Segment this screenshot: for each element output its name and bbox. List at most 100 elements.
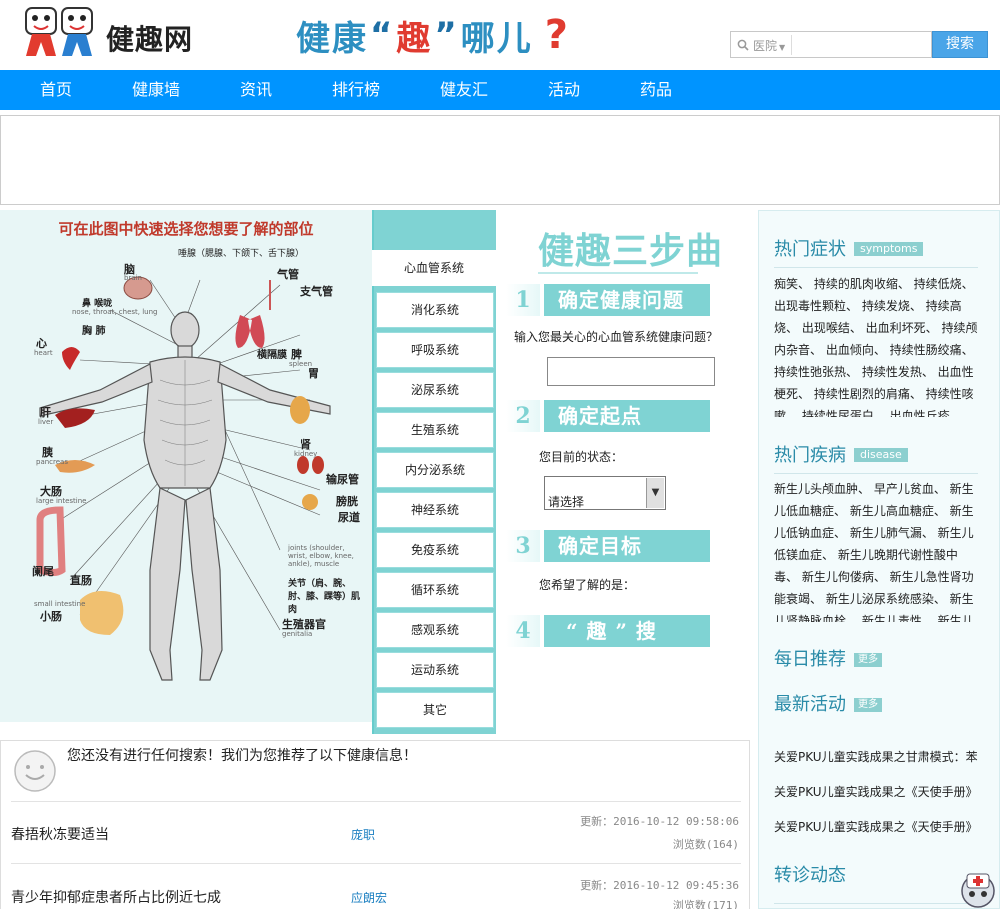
symptom-link[interactable]: 出现毒性颗粒、: [774, 299, 862, 313]
label-urethra[interactable]: 尿道: [338, 509, 360, 525]
symptom-link[interactable]: 出现喉结、: [802, 321, 866, 335]
symptom-link[interactable]: 持续的肌肉收缩、: [814, 277, 914, 291]
step-4[interactable]: 4 “ 趣 ” 搜: [496, 615, 710, 647]
divider: [774, 903, 978, 904]
step-1-label: 确定健康问题: [544, 284, 710, 316]
label-genitals-en: genitalia: [282, 630, 313, 638]
divider: [774, 267, 978, 268]
chevron-down-icon: ▼: [646, 478, 664, 508]
human-body-illustration[interactable]: [0, 240, 372, 722]
disease-link[interactable]: 新生儿泌尿系统感染、: [826, 592, 950, 606]
symptom-link[interactable]: 出血性丘疹: [890, 409, 950, 417]
nav-home[interactable]: 首页: [40, 70, 72, 110]
symptom-link[interactable]: 持续性剧烈的肩痛、: [814, 387, 926, 401]
step-3-label: 确定目标: [544, 530, 710, 562]
article-author[interactable]: 应朗宏: [351, 889, 387, 906]
symptom-link[interactable]: 持续发烧、: [862, 299, 926, 313]
article-updated: 更新：2016-10-12 09:45:36: [580, 879, 739, 892]
nav-medicines[interactable]: 药品: [640, 70, 672, 110]
disease-link[interactable]: 新生儿头颅血肿、: [774, 482, 874, 496]
steps-title-underline: [538, 272, 698, 274]
tab-sensory[interactable]: 感观系统: [376, 612, 494, 648]
disease-link[interactable]: 新生儿肺气漏、: [850, 526, 938, 540]
label-rectum[interactable]: 直肠: [70, 572, 92, 588]
nav-rankings[interactable]: 排行榜: [332, 70, 380, 110]
symptom-link[interactable]: 痴笑、: [774, 277, 814, 291]
tab-other[interactable]: 其它: [376, 692, 494, 728]
latest-activities-heading[interactable]: 最新活动 更多: [774, 690, 882, 716]
tab-immune[interactable]: 免疫系统: [376, 532, 494, 568]
activity-item[interactable]: 关爱PKU儿童实践成果之《天使手册》: [774, 783, 979, 800]
main-nav: 首页 健康墙 资讯 排行榜 健友汇 活动 药品: [0, 70, 1000, 110]
nav-activities[interactable]: 活动: [548, 70, 580, 110]
nav-community[interactable]: 健友汇: [440, 70, 488, 110]
symptom-link[interactable]: 出血倾向、: [826, 343, 890, 357]
tab-reproductive[interactable]: 生殖系统: [376, 412, 494, 448]
search-type-dropdown[interactable]: 医院 ▼: [753, 37, 785, 54]
tab-circulatory[interactable]: 循环系统: [376, 572, 494, 608]
transfer-updates-heading[interactable]: 转诊动态: [774, 861, 846, 887]
nav-news[interactable]: 资讯: [240, 70, 272, 110]
tab-cardiovascular[interactable]: 心血管系统: [372, 250, 496, 286]
label-diaphragm[interactable]: 横隔膜: [257, 346, 287, 361]
daily-recommend-heading[interactable]: 每日推荐 更多: [774, 645, 882, 671]
slogan: 健康 “ 趣 ” 哪儿 ?: [296, 10, 570, 60]
disease-link[interactable]: 早产儿贫血、: [874, 482, 950, 496]
tab-endocrine[interactable]: 内分泌系统: [376, 452, 494, 488]
nav-health-wall[interactable]: 健康墙: [132, 70, 180, 110]
symptoms-tag: symptoms: [854, 242, 924, 256]
symptom-link[interactable]: 持续性发热、: [862, 365, 938, 379]
daily-more-link[interactable]: 更多: [854, 653, 882, 667]
step-2-label: 确定起点: [544, 400, 710, 432]
label-joints-en: joints (shoulder, wrist, elbow, knee, an…: [288, 544, 354, 568]
hot-symptoms-list: 痴笑、 持续的肌肉收缩、 持续低烧、 出现毒性颗粒、 持续发烧、 持续高烧、 出…: [774, 273, 979, 417]
label-trachea[interactable]: 气管: [277, 266, 299, 282]
symptom-link[interactable]: 持续性弛张热、: [774, 365, 862, 379]
search-input[interactable]: [791, 35, 929, 55]
site-logo[interactable]: 健趣网: [22, 6, 222, 60]
three-steps-panel: 健趣三步曲 1 确定健康问题 输入您最关心的心血管系统健康问题？ 2 确定起点 …: [496, 210, 758, 734]
label-small-intestine[interactable]: 小肠: [40, 608, 62, 624]
disease-link[interactable]: 新生儿高血糖症、: [850, 504, 950, 518]
tab-urinary[interactable]: 泌尿系统: [376, 372, 494, 408]
article-title[interactable]: 春捂秋冻要适当: [11, 824, 109, 844]
search-icon: [737, 39, 749, 51]
step-3-number: 3: [506, 530, 540, 562]
article-title[interactable]: 青少年抑郁症患者所占比例近七成: [11, 887, 221, 907]
label-joints[interactable]: 关节（肩、腕、肘、膝、踝等）肌肉: [288, 576, 363, 615]
activities-more-link[interactable]: 更多: [854, 698, 882, 712]
step-3-prompt: 您希望了解的是：: [539, 578, 636, 592]
label-large-intestine-en: large intestine: [36, 497, 87, 505]
disease-link[interactable]: 新生儿佝偻病、: [802, 570, 890, 584]
label-appendix[interactable]: 阑尾: [32, 563, 54, 579]
article-author[interactable]: 庞职: [351, 826, 375, 843]
step-2-prompt: 您目前的状态：: [539, 450, 624, 464]
symptom-link[interactable]: 出血利坏死、: [866, 321, 942, 335]
label-ureter[interactable]: 输尿管: [326, 471, 359, 487]
tab-digestive[interactable]: 消化系统: [376, 292, 494, 328]
tab-motor[interactable]: 运动系统: [376, 652, 494, 688]
activity-item[interactable]: 关爱PKU儿童实践成果之《天使手册》: [774, 818, 979, 835]
symptom-link[interactable]: 持续低烧、: [914, 277, 974, 291]
status-select[interactable]: 请选择 ▼: [544, 476, 666, 510]
health-problem-input[interactable]: [547, 357, 715, 386]
activity-item[interactable]: 关爱PKU儿童实践成果之甘肃模式：苯: [774, 748, 979, 765]
tab-nervous[interactable]: 神经系统: [376, 492, 494, 528]
disease-link[interactable]: 新生儿毒性、: [862, 614, 938, 622]
fun-search-button[interactable]: “ 趣 ” 搜: [544, 615, 710, 647]
symptom-link[interactable]: 持续性肠绞痛、: [890, 343, 974, 357]
label-bronchi[interactable]: 支气管: [300, 283, 333, 299]
label-stomach[interactable]: 胃: [308, 365, 319, 381]
disease-link[interactable]: 新生儿: [938, 614, 974, 622]
header: 健趣网 健康 “ 趣 ” 哪儿 ? 医院 ▼ 搜索: [0, 0, 1000, 70]
symptom-link[interactable]: 持续性尿蛋白、: [802, 409, 890, 417]
label-chest-lung[interactable]: 胸 肺: [82, 322, 105, 337]
label-bladder[interactable]: 膀胱: [336, 493, 358, 509]
label-liver-en: liver: [38, 418, 54, 426]
tab-respiratory[interactable]: 呼吸系统: [376, 332, 494, 368]
logo-text: 健趣网: [106, 23, 194, 56]
medical-helper-icon[interactable]: [958, 866, 998, 909]
label-salivary[interactable]: 唾腺（腮腺、下颌下、舌下腺）: [178, 246, 304, 259]
slogan-fun: 趣: [396, 18, 433, 59]
search-button[interactable]: 搜索: [932, 31, 988, 58]
